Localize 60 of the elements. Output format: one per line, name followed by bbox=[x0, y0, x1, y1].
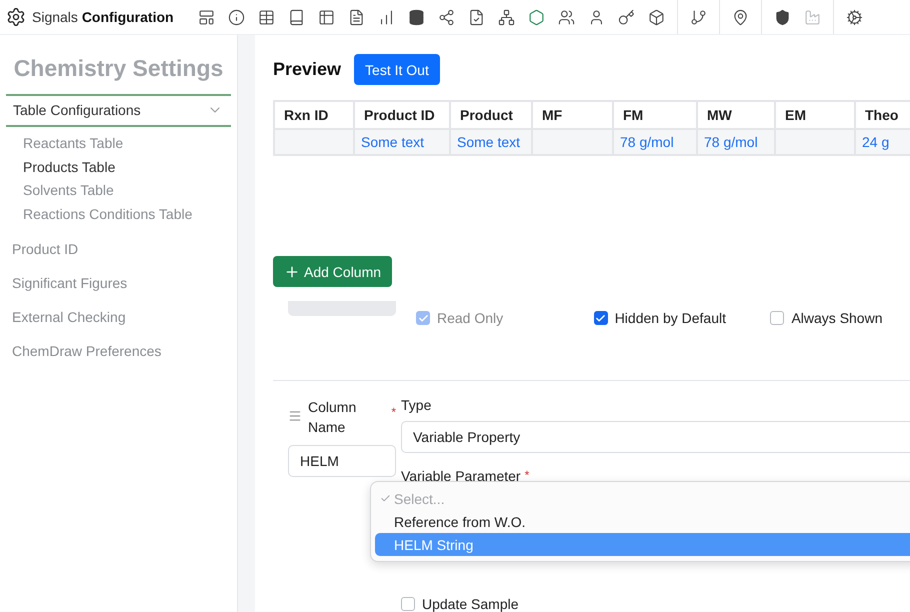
checkbox[interactable] bbox=[770, 311, 784, 325]
network-icon[interactable] bbox=[498, 8, 515, 26]
shield-icon[interactable] bbox=[774, 8, 791, 26]
add-column-button[interactable]: Add Column bbox=[273, 256, 392, 287]
table-cell: 24 g bbox=[855, 129, 910, 155]
field-label: Column Name bbox=[308, 398, 358, 437]
dropdown-option[interactable]: HELM String bbox=[375, 533, 910, 556]
app-title: Signals Configuration bbox=[32, 9, 174, 25]
book-icon[interactable] bbox=[288, 8, 305, 26]
sidebar-item[interactable]: Reactants Table bbox=[6, 132, 231, 156]
sidebar-item[interactable]: Reactions Conditions Table bbox=[6, 202, 231, 226]
preview-heading: Preview bbox=[273, 59, 342, 80]
required-mark: * bbox=[391, 405, 396, 419]
map-pin-icon[interactable] bbox=[732, 8, 749, 26]
plus-icon bbox=[284, 264, 300, 280]
required-mark: * bbox=[524, 468, 530, 484]
hexagon-icon[interactable] bbox=[528, 8, 545, 26]
database-icon[interactable] bbox=[408, 8, 425, 26]
sidebar-item[interactable]: Solvents Table bbox=[6, 179, 231, 202]
table-cell: Some text bbox=[450, 129, 532, 155]
sidebar-item[interactable]: ChemDraw Preferences bbox=[6, 334, 231, 368]
info-icon[interactable] bbox=[228, 8, 245, 26]
sidebar-item[interactable]: External Checking bbox=[6, 300, 231, 334]
sidebar-item[interactable]: Product ID bbox=[6, 232, 231, 266]
dropdown-option[interactable]: Reference from W.O. bbox=[375, 510, 910, 533]
branch-icon[interactable] bbox=[690, 8, 707, 26]
checkbox[interactable] bbox=[594, 311, 608, 325]
select-field[interactable]: Variable Property bbox=[401, 421, 910, 453]
sidebar-item[interactable]: Significant Figures bbox=[6, 266, 231, 300]
checkbox-label[interactable]: Update Sample bbox=[401, 596, 910, 612]
check-icon bbox=[418, 312, 428, 324]
field-label: Type bbox=[401, 397, 432, 413]
check-icon bbox=[380, 493, 391, 504]
checkbox[interactable] bbox=[401, 597, 415, 611]
share-icon[interactable] bbox=[438, 8, 455, 26]
field-label: Variable Parameter bbox=[401, 468, 521, 484]
settings-icon[interactable] bbox=[846, 8, 863, 26]
table-cell: Some text bbox=[354, 129, 450, 155]
drag-handle-icon[interactable] bbox=[288, 409, 302, 423]
table-cell: 78 g/mol bbox=[613, 129, 697, 155]
sidebar-group[interactable]: Table Configurations bbox=[6, 94, 231, 127]
dropdown-option[interactable]: Select... bbox=[375, 487, 910, 510]
checkbox-label[interactable]: Always Shown bbox=[770, 310, 910, 326]
input-field[interactable]: HELM bbox=[288, 445, 396, 477]
file-check-icon[interactable] bbox=[468, 8, 485, 26]
table-cell: 78 g/mol bbox=[697, 129, 775, 155]
key-icon[interactable] bbox=[618, 8, 635, 26]
check-icon bbox=[595, 312, 606, 324]
sidebar-title: Chemistry Settings bbox=[12, 55, 224, 83]
table-icon[interactable] bbox=[258, 8, 275, 26]
cube-icon[interactable] bbox=[648, 8, 665, 26]
table-icon[interactable] bbox=[318, 8, 335, 26]
layout-icon[interactable] bbox=[198, 8, 215, 26]
column-header: Rxn ID bbox=[274, 101, 354, 129]
document-icon[interactable] bbox=[348, 8, 365, 26]
checkbox-label[interactable]: Hidden by Default bbox=[594, 310, 770, 326]
sidebar-item[interactable]: Products Table bbox=[6, 156, 231, 179]
test-button[interactable]: Test It Out bbox=[354, 54, 440, 85]
settings-icon[interactable] bbox=[6, 7, 26, 27]
users-icon[interactable] bbox=[558, 8, 575, 26]
